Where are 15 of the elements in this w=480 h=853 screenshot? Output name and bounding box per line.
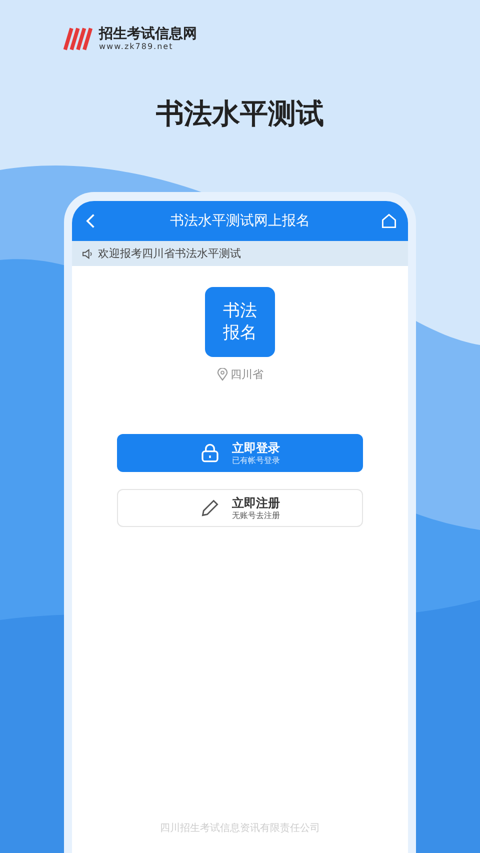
pencil-icon bbox=[200, 498, 220, 518]
home-icon[interactable] bbox=[380, 212, 398, 230]
notice-text: 欢迎报考四川省书法水平测试 bbox=[98, 246, 241, 261]
lock-icon bbox=[200, 443, 220, 463]
logo-url: www.zk789.net bbox=[99, 42, 174, 52]
location-text: 四川省 bbox=[230, 367, 264, 382]
logo-name: 招生考试信息网 bbox=[99, 26, 197, 42]
page-title: 书法水平测试网上报名 bbox=[170, 212, 310, 230]
speaker-icon bbox=[82, 248, 94, 258]
register-button[interactable]: 立即注册 无账号去注册 bbox=[117, 489, 363, 527]
location-pin-icon bbox=[216, 368, 228, 381]
login-button[interactable]: 立即登录 已有帐号登录 bbox=[117, 434, 363, 472]
headline: 书法水平测试 bbox=[156, 96, 324, 132]
stripes-logo-icon bbox=[63, 26, 95, 52]
app-icon[interactable]: 书法 报名 bbox=[205, 287, 275, 357]
